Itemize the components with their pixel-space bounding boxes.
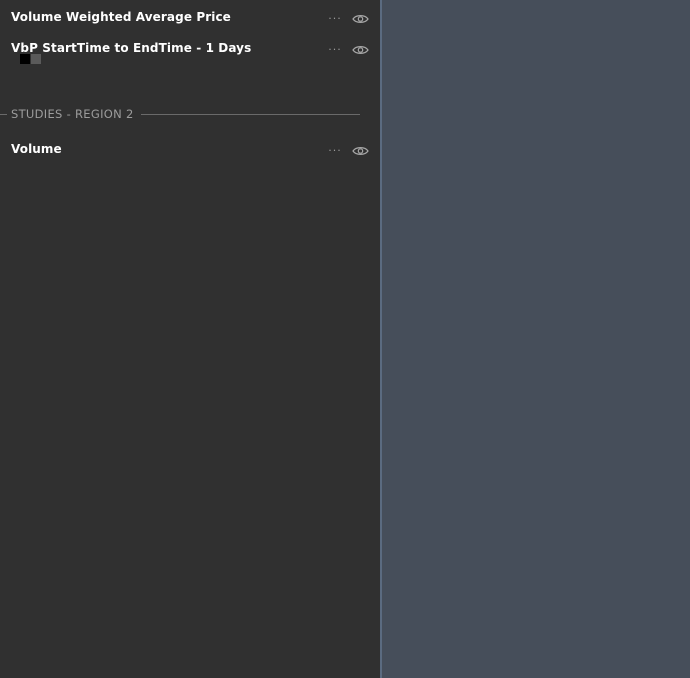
app-root: Volume Weighted Average Price ... VbP St… <box>0 0 690 678</box>
study-name[interactable]: Volume <box>11 142 62 156</box>
study-row-vbp[interactable]: VbP StartTime to EndTime - 1 Days ... <box>0 40 380 75</box>
eye-icon[interactable] <box>352 41 369 54</box>
eye-icon[interactable] <box>352 10 369 23</box>
study-name[interactable]: VbP StartTime to EndTime - 1 Days <box>11 41 251 55</box>
section-divider-line <box>141 114 360 115</box>
study-row-vwap[interactable]: Volume Weighted Average Price ... <box>0 9 380 28</box>
section-divider-line <box>0 114 7 115</box>
studies-panel: Volume Weighted Average Price ... VbP St… <box>0 0 380 678</box>
section-title: STUDIES - REGION 2 <box>11 107 134 121</box>
study-row-volume[interactable]: Volume ... <box>0 141 380 160</box>
more-options-button[interactable]: ... <box>326 141 344 155</box>
section-header-region-2: STUDIES - REGION 2 <box>0 106 380 122</box>
color-swatch[interactable] <box>20 54 30 64</box>
more-options-button[interactable]: ... <box>326 40 344 54</box>
study-name[interactable]: Volume Weighted Average Price <box>11 10 231 24</box>
color-swatch[interactable] <box>31 54 41 64</box>
more-options-button[interactable]: ... <box>326 9 344 23</box>
chart-area[interactable] <box>382 0 690 678</box>
eye-icon[interactable] <box>352 142 369 155</box>
